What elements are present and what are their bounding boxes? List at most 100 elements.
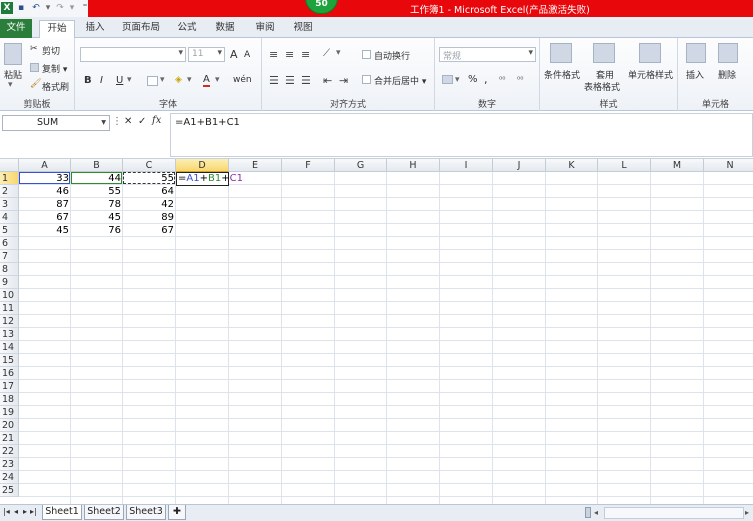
number-format-select[interactable]: 常规 ▾ [439,47,536,62]
tab-view[interactable]: 视图 [288,20,318,38]
format-painter-button[interactable]: 格式刷 [42,80,69,93]
prev-sheet-icon[interactable]: ◂ [14,507,18,516]
row-header-7[interactable]: 7 [0,250,19,263]
cell-b5[interactable]: 76 [71,224,123,237]
redo-icon[interactable]: ↷ [54,2,66,14]
sheet-tab-sheet3[interactable]: Sheet3 [126,505,166,520]
currency-dropdown-icon[interactable]: ▾ [455,75,460,85]
tab-insert[interactable]: 插入 [80,20,110,38]
comma-button[interactable]: , [484,73,488,86]
sheet-tab-sheet1[interactable]: Sheet1 [42,505,82,520]
insert-cells-icon[interactable] [686,43,706,63]
tab-page-layout[interactable]: 页面布局 [115,20,167,38]
align-center-icon[interactable]: ☰ [285,74,295,87]
scroll-left-icon[interactable]: ◂ [594,508,598,517]
cell-c4[interactable]: 89 [123,211,176,224]
row-header-12[interactable]: 12 [0,315,19,328]
format-as-table-icon[interactable] [593,43,615,63]
tab-file[interactable]: 文件 [0,19,32,38]
row-header-9[interactable]: 9 [0,276,19,289]
align-middle-icon[interactable]: ≡ [285,48,294,61]
cell-a2[interactable]: 46 [19,185,71,198]
tab-formulas[interactable]: 公式 [172,20,202,38]
select-all-corner[interactable] [0,159,19,172]
underline-button[interactable]: U [116,75,123,86]
grow-font-button[interactable]: A [230,48,238,61]
save-icon[interactable]: ▪ [15,2,27,14]
merge-center-icon[interactable] [362,75,371,84]
cell-c5[interactable]: 67 [123,224,176,237]
copy-icon[interactable] [30,63,39,72]
row-header-1[interactable]: 1 [0,172,19,185]
row-header-16[interactable]: 16 [0,367,19,380]
column-header-n[interactable]: N [704,159,753,172]
merge-center-button[interactable]: 合并后居中 ▾ [374,74,426,87]
row-header-18[interactable]: 18 [0,393,19,406]
column-header-k[interactable]: K [546,159,598,172]
decrease-indent-icon[interactable]: ⇤ [323,74,332,87]
italic-button[interactable]: I [100,75,103,86]
row-header-17[interactable]: 17 [0,380,19,393]
tab-data[interactable]: 数据 [210,20,240,38]
row-header-20[interactable]: 20 [0,419,19,432]
cut-button[interactable]: 剪切 [42,44,60,57]
insert-sheet-icon[interactable]: ✚ [168,505,186,520]
column-header-f[interactable]: F [282,159,335,172]
row-header-22[interactable]: 22 [0,445,19,458]
format-painter-icon[interactable]: 🖌 [30,79,41,89]
scrollbar-splitter[interactable] [585,507,591,518]
horizontal-scrollbar[interactable] [604,507,744,519]
conditional-format-button[interactable]: 条件格式 [544,68,580,81]
shrink-font-button[interactable]: A [244,50,250,60]
wrap-text-icon[interactable] [362,50,371,59]
wrap-text-button[interactable]: 自动换行 [374,49,410,62]
font-color-icon[interactable]: A [203,74,210,87]
delete-cells-icon[interactable] [718,43,738,63]
paste-icon[interactable] [4,43,22,65]
active-cell-d1[interactable]: =A1+B1+C1 [176,172,243,186]
redo-dropdown-icon[interactable]: ▾ [66,2,78,14]
column-header-e[interactable]: E [229,159,282,172]
insert-cells-button[interactable]: 插入 [686,68,704,81]
column-header-j[interactable]: J [493,159,546,172]
next-sheet-icon[interactable]: ▸ [23,507,27,516]
column-header-g[interactable]: G [335,159,387,172]
cell-c2[interactable]: 64 [123,185,176,198]
name-box-dropdown-icon[interactable]: ▾ [101,116,106,130]
cell-styles-icon[interactable] [639,43,661,63]
formula-input[interactable]: =A1+B1+C1 [170,113,753,157]
row-header-14[interactable]: 14 [0,341,19,354]
cell-a5[interactable]: 45 [19,224,71,237]
border-icon[interactable] [147,76,158,86]
align-bottom-icon[interactable]: ≡ [301,48,310,61]
increase-indent-icon[interactable]: ⇥ [339,74,348,87]
increase-decimal-icon[interactable]: ⁰⁰ [499,75,505,84]
row-header-23[interactable]: 23 [0,458,19,471]
align-top-icon[interactable]: ≡ [269,48,278,61]
sheet-tab-sheet2[interactable]: Sheet2 [84,505,124,520]
column-header-m[interactable]: M [651,159,704,172]
column-header-c[interactable]: C [123,159,176,172]
column-header-l[interactable]: L [598,159,651,172]
cell-a4[interactable]: 67 [19,211,71,224]
orientation-icon[interactable]: ⟋ [323,48,330,59]
cell-b3[interactable]: 78 [71,198,123,211]
align-left-icon[interactable]: ☰ [269,74,279,87]
underline-dropdown-icon[interactable]: ▾ [127,75,132,85]
cell-styles-button[interactable]: 单元格样式 [628,68,673,81]
align-right-icon[interactable]: ☰ [301,74,311,87]
cell-c3[interactable]: 42 [123,198,176,211]
cell-a3[interactable]: 87 [19,198,71,211]
format-as-table-button-line2[interactable]: 表格格式 [584,80,620,93]
row-header-3[interactable]: 3 [0,198,19,211]
row-header-24[interactable]: 24 [0,471,19,484]
name-box[interactable]: SUM ▾ [2,115,110,131]
delete-cells-button[interactable]: 删除 [718,68,736,81]
resize-icon[interactable]: ⋮ [112,116,122,127]
row-header-21[interactable]: 21 [0,432,19,445]
row-header-11[interactable]: 11 [0,302,19,315]
conditional-format-icon[interactable] [550,43,572,63]
row-header-5[interactable]: 5 [0,224,19,237]
insert-function-icon[interactable]: fx [152,115,161,126]
row-header-4[interactable]: 4 [0,211,19,224]
